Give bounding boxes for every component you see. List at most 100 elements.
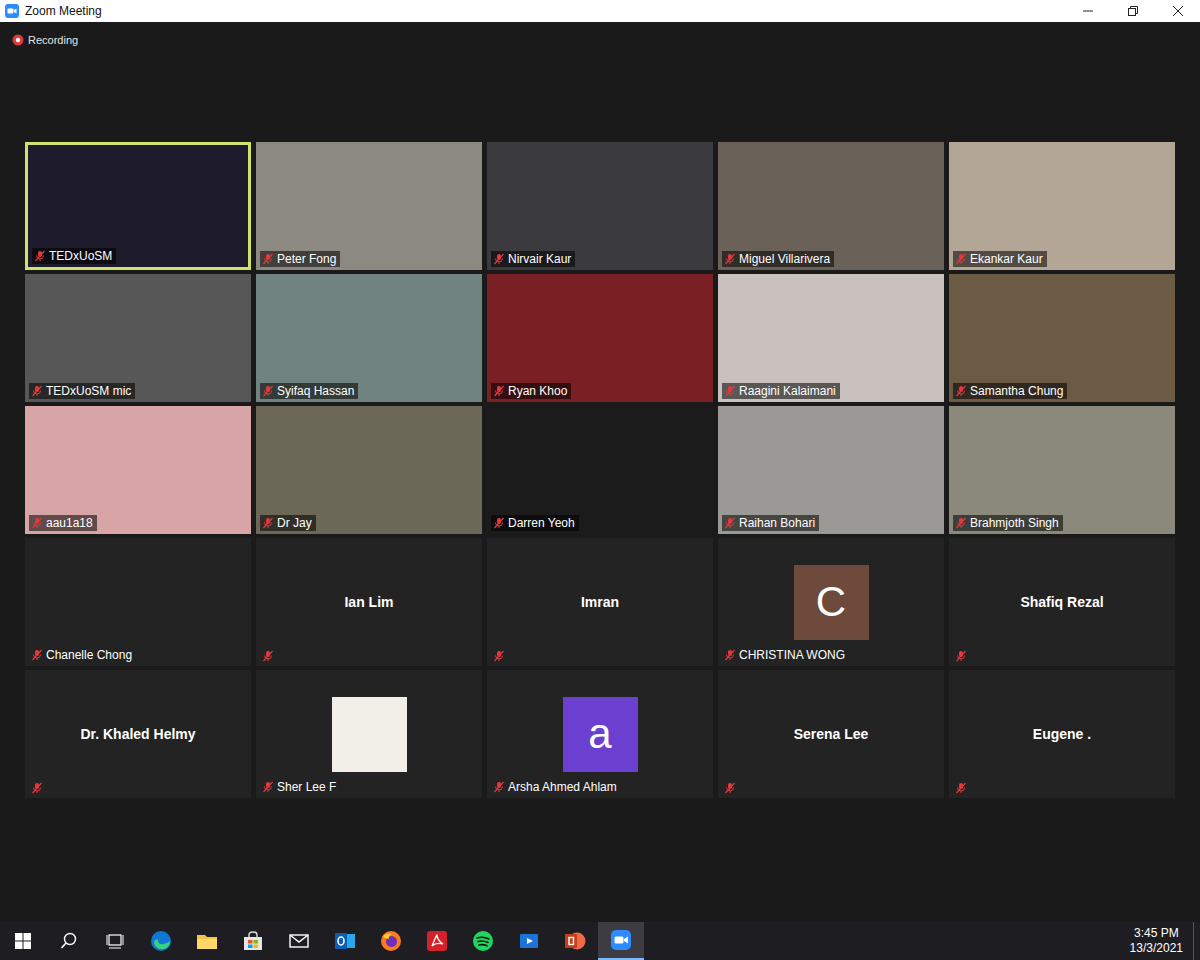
participant-label: CHRISTINA WONG (722, 647, 849, 663)
participant-name: Shafiq Rezal (1014, 594, 1109, 610)
muted-mic-icon (262, 517, 274, 529)
media-player-icon (518, 930, 540, 952)
participant-label (491, 649, 509, 663)
participant-tile[interactable]: CCHRISTINA WONG (718, 538, 944, 666)
participant-tile[interactable]: Imran (487, 538, 713, 666)
participant-tile[interactable]: Ian Lim (256, 538, 482, 666)
taskbar-app[interactable] (460, 922, 506, 960)
participant-label: TEDxUoSM mic (29, 383, 135, 399)
participant-tile[interactable]: Eugene . (949, 670, 1175, 798)
clock-time: 3:45 PM (1134, 926, 1179, 941)
participant-tile[interactable]: Sher Lee F (256, 670, 482, 798)
participant-label: aau1a18 (29, 515, 97, 531)
participant-tile[interactable]: Ekankar Kaur (949, 142, 1175, 270)
muted-mic-icon (31, 782, 43, 794)
taskbar-app[interactable] (322, 922, 368, 960)
participant-tile[interactable]: Ryan Khoo (487, 274, 713, 402)
participant-name: Dr. Khaled Helmy (74, 726, 201, 742)
title-bar: Zoom Meeting (0, 0, 1200, 22)
outlook-icon (334, 930, 356, 952)
participant-label (260, 649, 278, 663)
recording-label: Recording (28, 34, 78, 46)
participant-label (722, 781, 740, 795)
taskbar-app[interactable] (506, 922, 552, 960)
participant-tile[interactable]: Dr. Khaled Helmy (25, 670, 251, 798)
taskbar-app[interactable] (552, 922, 598, 960)
participant-tile[interactable]: Brahmjoth Singh (949, 406, 1175, 534)
participant-tile[interactable]: aau1a18 (25, 406, 251, 534)
muted-mic-icon (493, 781, 505, 793)
minimize-button[interactable] (1065, 0, 1110, 22)
muted-mic-icon (955, 517, 967, 529)
participant-tile[interactable]: Raihan Bohari (718, 406, 944, 534)
taskbar-app[interactable] (598, 922, 644, 960)
participant-label: Syifaq Hassan (260, 383, 358, 399)
taskbar-app[interactable] (92, 922, 138, 960)
participant-tile[interactable]: Peter Fong (256, 142, 482, 270)
participant-label (29, 781, 47, 795)
participant-name: Imran (575, 594, 625, 610)
gallery-grid: TEDxUoSM Peter Fong Nirvair KaurMiguel Vil… (0, 142, 1200, 798)
mail-icon (288, 930, 310, 952)
restore-icon (1128, 6, 1138, 16)
taskbar-app[interactable] (0, 922, 46, 960)
windows-icon (15, 933, 31, 949)
participant-label: Dr Jay (260, 515, 316, 531)
participant-tile[interactable]: TEDxUoSM (25, 142, 251, 270)
show-desktop-button[interactable] (1193, 922, 1200, 960)
participant-tile[interactable]: TEDxUoSM mic (25, 274, 251, 402)
minimize-icon (1083, 6, 1093, 16)
muted-mic-icon (493, 517, 505, 529)
participant-label: Raihan Bohari (722, 515, 819, 531)
taskbar-app[interactable] (368, 922, 414, 960)
muted-mic-icon (955, 782, 967, 794)
participant-tile[interactable]: Miguel Villarivera (718, 142, 944, 270)
taskbar-app[interactable] (276, 922, 322, 960)
participant-tile[interactable]: aArsha Ahmed Ahlam (487, 670, 713, 798)
muted-mic-icon (262, 650, 274, 662)
participant-label (953, 649, 971, 663)
muted-mic-icon (955, 385, 967, 397)
participant-tile[interactable]: Raagini Kalaimani (718, 274, 944, 402)
participant-tile[interactable]: Samantha Chung (949, 274, 1175, 402)
restore-button[interactable] (1110, 0, 1155, 22)
participant-name: Eugene . (1027, 726, 1097, 742)
muted-mic-icon (724, 517, 736, 529)
taskbar-app[interactable] (184, 922, 230, 960)
participant-label (953, 781, 971, 795)
participant-tile[interactable]: Chanelle Chong (25, 538, 251, 666)
taskbar-app[interactable] (230, 922, 276, 960)
participant-tile[interactable]: Syifaq Hassan (256, 274, 482, 402)
acrobat-icon (426, 930, 448, 952)
window-title: Zoom Meeting (25, 4, 102, 18)
file-explorer-icon (196, 930, 218, 952)
taskbar-app[interactable] (414, 922, 460, 960)
participant-label: Chanelle Chong (29, 647, 136, 663)
clock-date: 13/3/2021 (1130, 941, 1183, 956)
taskbar-app[interactable] (46, 922, 92, 960)
participant-label: Raagini Kalaimani (722, 383, 840, 399)
participant-label: Arsha Ahmed Ahlam (491, 779, 621, 795)
muted-mic-icon (493, 253, 505, 265)
muted-mic-icon (31, 649, 43, 661)
participant-tile[interactable]: Nirvair Kaur (487, 142, 713, 270)
store-icon (242, 930, 264, 952)
muted-mic-icon (493, 385, 505, 397)
taskbar-app[interactable] (138, 922, 184, 960)
participant-name: Ian Lim (338, 594, 399, 610)
firefox-icon (380, 930, 402, 952)
zoom-logo-icon (5, 4, 19, 18)
participant-label: Peter Fong (260, 251, 340, 267)
participant-tile[interactable]: Darren Yeoh (487, 406, 713, 534)
spotify-icon (472, 930, 494, 952)
taskbar-clock[interactable]: 3:45 PM13/3/2021 (1120, 922, 1193, 960)
participant-label: Darren Yeoh (491, 515, 579, 531)
participant-tile[interactable]: Shafiq Rezal (949, 538, 1175, 666)
recording-indicator[interactable]: Recording (0, 32, 1200, 48)
muted-mic-icon (955, 253, 967, 265)
muted-mic-icon (34, 250, 46, 262)
muted-mic-icon (493, 650, 505, 662)
participant-tile[interactable]: Serena Lee (718, 670, 944, 798)
close-button[interactable] (1155, 0, 1200, 22)
participant-tile[interactable]: Dr Jay (256, 406, 482, 534)
